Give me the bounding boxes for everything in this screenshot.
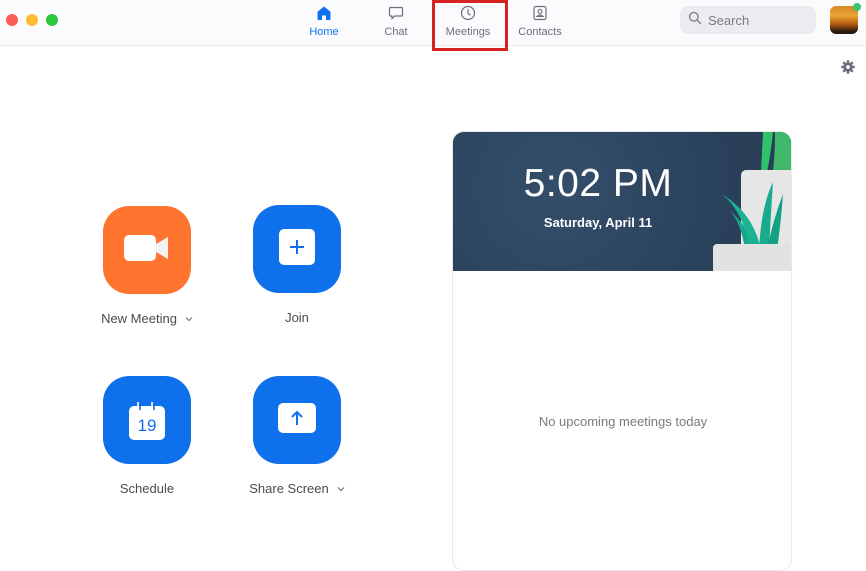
schedule-label: Schedule: [119, 481, 175, 496]
no-meetings-message: No upcoming meetings today: [538, 413, 708, 429]
current-date: Saturday, April 11: [543, 215, 653, 230]
share-screen-dropdown-chevron-icon[interactable]: [337, 484, 345, 494]
home-icon: [315, 4, 333, 22]
new-meeting-action: New Meeting: [101, 206, 193, 326]
upcoming-meetings-card: 5:02 PM Saturday, April 11 No upcoming m…: [452, 131, 792, 571]
new-meeting-dropdown-chevron-icon[interactable]: [185, 314, 193, 324]
tab-chat[interactable]: Chat: [378, 4, 414, 42]
chat-bubble-icon: [387, 4, 405, 22]
share-up-arrow-icon: [278, 402, 316, 438]
schedule-button[interactable]: 19: [103, 376, 191, 464]
video-camera-icon: [124, 233, 170, 268]
zoom-window-button[interactable]: [46, 14, 58, 26]
calendar-day: 19: [137, 416, 157, 435]
join-button[interactable]: [253, 205, 341, 293]
search-input[interactable]: [708, 12, 808, 28]
settings-gear-icon[interactable]: [840, 59, 856, 75]
online-status-indicator: [853, 3, 861, 11]
schedule-action: 19 Schedule: [103, 376, 191, 496]
contact-card-icon: [531, 4, 549, 22]
search-box[interactable]: [680, 6, 816, 34]
new-meeting-button[interactable]: [103, 206, 191, 294]
clock-banner: 5:02 PM Saturday, April 11: [453, 132, 791, 271]
tab-chat-label: Chat: [384, 26, 408, 38]
plant-illustration-icon: [713, 132, 791, 271]
minimize-window-button[interactable]: [26, 14, 38, 26]
tab-home[interactable]: Home: [305, 4, 343, 42]
tab-contacts[interactable]: Contacts: [512, 4, 568, 42]
close-window-button[interactable]: [6, 14, 18, 26]
search-icon: [688, 11, 702, 30]
title-bar: Home Chat Meetings Contacts: [0, 0, 866, 46]
share-screen-action: Share Screen: [249, 376, 345, 496]
tab-meetings[interactable]: Meetings: [440, 4, 496, 42]
share-screen-button[interactable]: [253, 376, 341, 464]
join-action: Join: [253, 205, 341, 325]
tab-contacts-label: Contacts: [518, 26, 562, 38]
empty-state: No upcoming meetings today: [453, 271, 791, 570]
tab-home-label: Home: [309, 26, 339, 38]
join-label: Join: [285, 310, 309, 325]
current-time: 5:02 PM: [523, 162, 673, 205]
plus-icon: [279, 228, 315, 270]
new-meeting-label: New Meeting: [101, 311, 177, 326]
tab-meetings-label: Meetings: [445, 26, 491, 38]
clock-icon: [459, 4, 477, 22]
share-screen-label: Share Screen: [249, 481, 329, 496]
calendar-icon: 19: [129, 400, 165, 440]
